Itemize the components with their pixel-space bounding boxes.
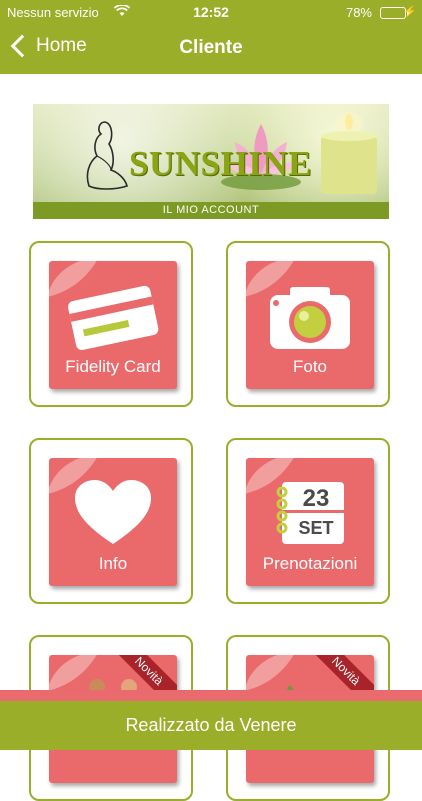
tile-foto[interactable]: Foto	[226, 241, 390, 407]
account-strip: IL MIO ACCOUNT	[33, 202, 389, 219]
battery-icon	[380, 7, 409, 19]
sunshine-banner: SUNSHINE IL MIO ACCOUNT	[33, 104, 389, 219]
status-bar: Nessun servizio 12:52 78% ⚡	[0, 0, 422, 26]
tile-info[interactable]: Info	[29, 438, 193, 604]
tile-prenotazioni[interactable]: 23 SET Prenotazioni	[226, 438, 390, 604]
page-title: Cliente	[179, 37, 243, 58]
footer-credit: Realizzato da Venere	[125, 715, 297, 735]
charging-icon: ⚡	[403, 6, 417, 18]
tile-label: Info	[98, 554, 128, 573]
navigation-bar: Home Cliente	[0, 26, 422, 74]
app-header: Nessun servizio 12:52 78% ⚡ Home Cliente	[0, 0, 422, 74]
tile-icon-box: Info	[49, 458, 177, 586]
tile-label: Fidelity Card	[65, 357, 161, 376]
candle-icon	[321, 112, 377, 194]
camera-icon	[270, 287, 350, 349]
calendar-month: SET	[298, 518, 333, 538]
woman-silhouette-icon	[86, 121, 128, 190]
tile-fidelity-card[interactable]: Fidelity Card	[29, 241, 193, 407]
tile-icon-box: 23 SET Prenotazioni	[246, 458, 374, 586]
footer-bar: Realizzato da Venere	[0, 690, 422, 750]
card-icon	[68, 285, 159, 351]
brand-name: SUNSHINE	[129, 144, 312, 183]
calendar-icon: 23 SET	[276, 482, 344, 544]
tile-label: Foto	[292, 357, 328, 376]
heart-icon	[75, 480, 151, 544]
tile-label: Prenotazioni	[262, 554, 358, 573]
battery-percent: 78%	[345, 5, 372, 20]
tile-icon-box: Foto	[246, 261, 374, 389]
calendar-day: 23	[303, 485, 330, 512]
tile-icon-box: Fidelity Card	[49, 261, 177, 389]
